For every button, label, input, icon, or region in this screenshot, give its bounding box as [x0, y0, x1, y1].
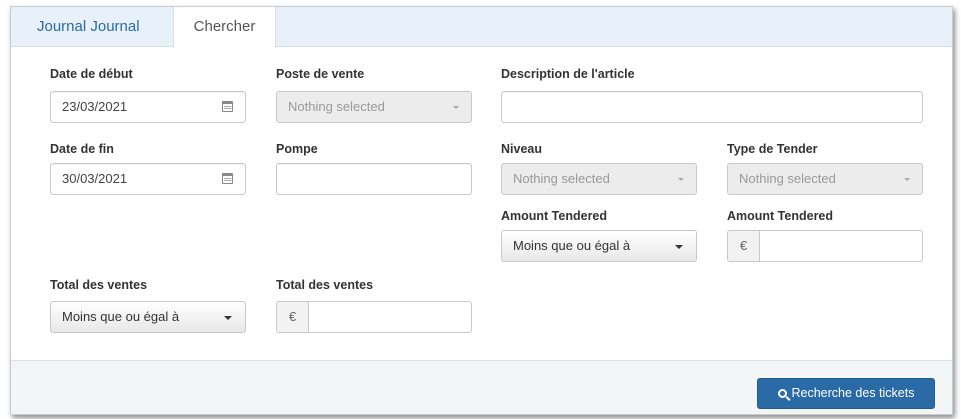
level-select: Nothing selected — [501, 163, 697, 195]
pump-label: Pompe — [276, 142, 318, 156]
start-date-label: Date de début — [50, 67, 133, 81]
tender-type-value: Nothing selected — [739, 171, 836, 186]
tab-journal[interactable]: Journal Journal — [37, 7, 140, 47]
pump-input[interactable] — [276, 163, 472, 195]
chevron-down-icon — [678, 178, 684, 181]
level-value: Nothing selected — [513, 171, 610, 186]
item-description-label: Description de l'article — [501, 67, 635, 81]
panel-footer: Recherche des tickets — [11, 360, 952, 414]
calendar-icon[interactable] — [222, 101, 233, 112]
sales-total-input-group: € — [276, 301, 472, 333]
search-tickets-button[interactable]: Recherche des tickets — [757, 378, 935, 409]
amount-tendered-value-label: Amount Tendered — [727, 209, 834, 223]
calendar-icon[interactable] — [222, 173, 233, 184]
start-date-value: 23/03/2021 — [62, 99, 128, 114]
sales-total-operator-select[interactable]: Moins que ou égal à — [50, 301, 246, 333]
amount-tendered-operator-select[interactable]: Moins que ou égal à — [501, 230, 697, 262]
amount-tendered-input-group: € — [727, 230, 923, 262]
euro-addon: € — [277, 302, 309, 332]
tab-chercher[interactable]: Chercher — [173, 7, 276, 48]
end-date-label: Date de fin — [50, 142, 114, 156]
tab-bar: Journal Journal Chercher — [11, 7, 952, 48]
sales-total-operator-label: Total des ventes — [50, 278, 148, 292]
point-of-sale-value: Nothing selected — [288, 99, 385, 114]
amount-tendered-input[interactable] — [761, 231, 922, 261]
point-of-sale-label: Poste de vente — [276, 67, 365, 81]
search-icon — [777, 389, 787, 398]
start-date-input[interactable]: 23/03/2021 — [50, 91, 246, 123]
chevron-down-icon — [904, 178, 910, 181]
tender-type-label: Type de Tender — [727, 142, 818, 156]
point-of-sale-select: Nothing selected — [276, 91, 472, 123]
end-date-value: 30/03/2021 — [62, 171, 128, 186]
sales-total-value-label: Total des ventes — [276, 278, 374, 292]
amount-tendered-operator-label: Amount Tendered — [501, 209, 608, 223]
tender-type-select: Nothing selected — [727, 163, 923, 195]
search-tickets-label: Recherche des tickets — [791, 386, 915, 400]
sales-total-input[interactable] — [310, 302, 471, 332]
chevron-down-icon — [453, 106, 459, 109]
search-panel: Journal Journal Chercher Date de début P… — [10, 6, 953, 415]
end-date-input[interactable]: 30/03/2021 — [50, 163, 246, 195]
sales-total-operator-value: Moins que ou égal à — [62, 309, 180, 324]
euro-addon: € — [728, 231, 760, 261]
chevron-down-icon — [224, 316, 232, 320]
chevron-down-icon — [675, 245, 683, 249]
item-description-input[interactable] — [501, 91, 923, 123]
amount-tendered-operator-value: Moins que ou égal à — [513, 238, 631, 253]
level-label: Niveau — [501, 142, 542, 156]
